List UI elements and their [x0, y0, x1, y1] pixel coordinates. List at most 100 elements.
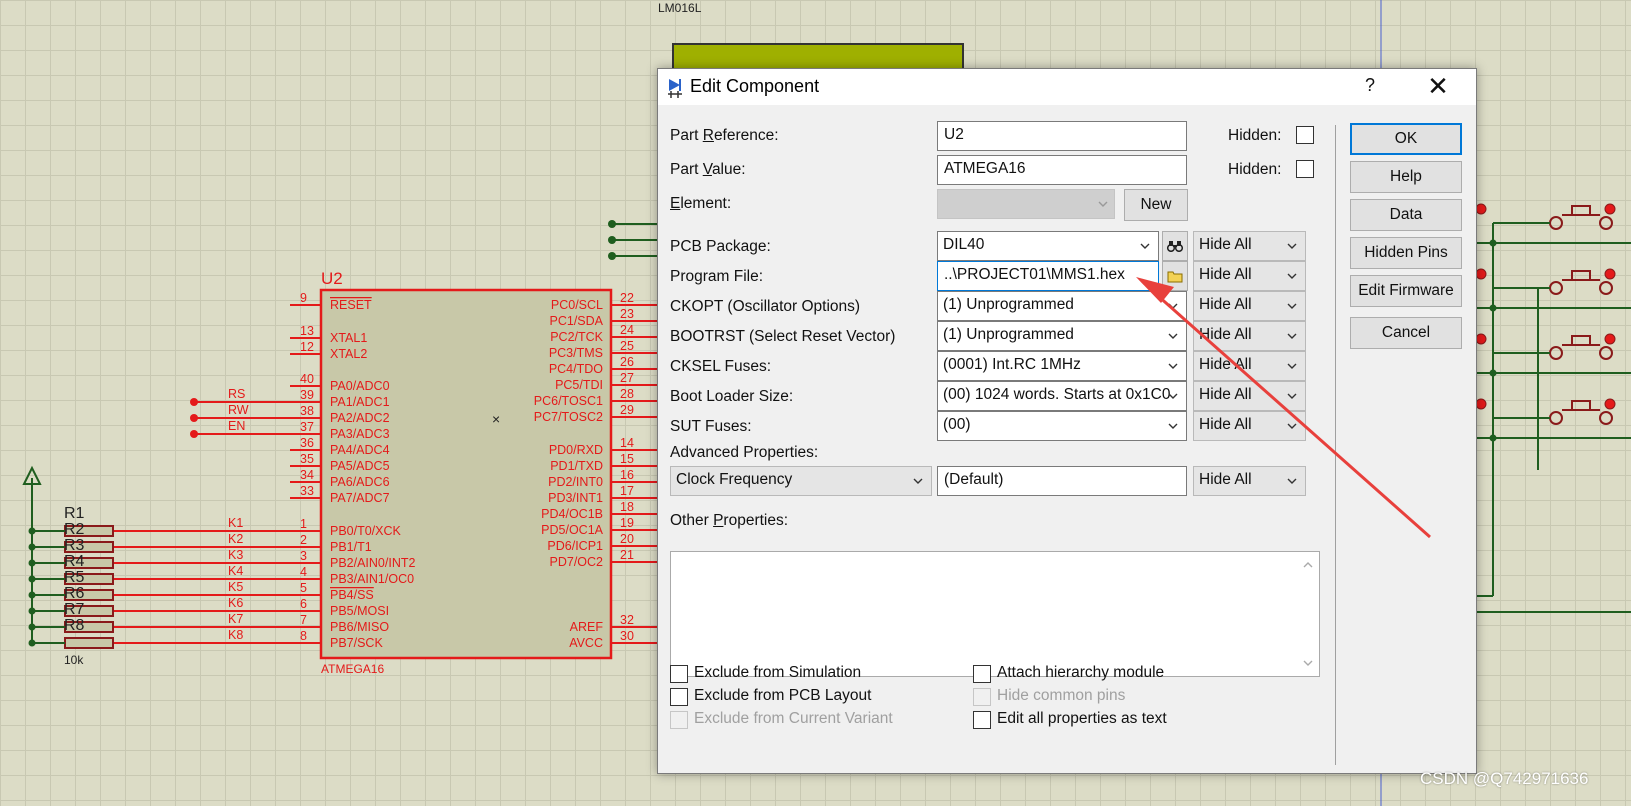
pin-number: 26	[620, 355, 634, 369]
property-visibility-select[interactable]: Hide All	[1193, 231, 1306, 261]
chip-value-label: ATMEGA16	[321, 662, 384, 676]
option-checkbox-label: Edit all properties as text	[997, 710, 1167, 727]
switch-terminal	[1599, 346, 1613, 360]
switch-terminal	[1475, 203, 1487, 215]
option-checkbox-label: Hide common pins	[997, 687, 1126, 704]
scroll-up-icon[interactable]	[1302, 560, 1314, 570]
resistor-label: R1	[64, 505, 85, 522]
pin-label: PB0/T0/XCK	[330, 524, 402, 538]
pin-label: RESET	[330, 298, 372, 312]
pin-label: PA7/ADC7	[330, 491, 390, 505]
chevron-down-icon	[1287, 243, 1297, 249]
net-label: EN	[228, 419, 245, 433]
switch-terminal	[1475, 333, 1487, 345]
ok-button[interactable]: OK	[1350, 123, 1462, 155]
edit-firmware-button[interactable]: Edit Firmware	[1350, 275, 1462, 307]
button-separator	[1335, 125, 1336, 765]
new-element-button[interactable]: New	[1124, 189, 1188, 221]
hidden-pins-button[interactable]: Hidden Pins	[1350, 237, 1462, 269]
part-value-hidden-checkbox[interactable]	[1296, 160, 1314, 178]
pin-label: PA3/ADC3	[330, 427, 390, 441]
switch-terminal	[1599, 411, 1613, 425]
cancel-button[interactable]: Cancel	[1350, 317, 1462, 349]
pin-number: 19	[620, 516, 634, 530]
pin-number: 30	[620, 629, 634, 643]
title-bar[interactable]: Edit Component ? ✕	[658, 69, 1476, 105]
element-select[interactable]	[937, 189, 1115, 219]
property-value-select[interactable]: (0001) Int.RC 1MHz	[937, 351, 1187, 381]
pin-label: AVCC	[569, 636, 603, 650]
property-label: SUT Fuses:	[670, 418, 752, 435]
pin-label: PD1/TXD	[550, 459, 603, 473]
part-reference-hidden-label: Hidden:	[1228, 127, 1282, 144]
pin-number: 5	[300, 581, 307, 595]
pin-label: PD2/INT0	[548, 475, 603, 489]
pin-number: 2	[300, 533, 307, 547]
package-search-button[interactable]	[1162, 231, 1188, 261]
property-visibility-select[interactable]: Hide All	[1193, 351, 1306, 381]
wire-dots-left	[608, 220, 616, 260]
part-reference-input[interactable]: U2	[937, 121, 1187, 151]
net-label: K1	[228, 516, 243, 530]
resistor-label: R7	[64, 601, 85, 618]
advanced-properties-label: Advanced Properties:	[670, 444, 819, 461]
part-value-input[interactable]: ATMEGA16	[937, 155, 1187, 185]
resistor-label: R3	[64, 537, 85, 554]
pin-label: XTAL1	[330, 331, 367, 345]
pin-number: 17	[620, 484, 634, 498]
other-properties-textarea[interactable]	[670, 551, 1320, 677]
pin-label: PD4/OC1B	[541, 507, 603, 521]
chevron-down-icon	[1287, 303, 1297, 309]
advanced-property-value-input[interactable]: (Default)	[937, 466, 1187, 496]
pin-number: 36	[300, 436, 314, 450]
pin-number: 7	[300, 613, 307, 627]
pin-number: 16	[620, 468, 634, 482]
property-visibility-select[interactable]: Hide All	[1193, 291, 1306, 321]
chevron-down-icon	[1287, 393, 1297, 399]
pin-number: 15	[620, 452, 634, 466]
help-icon[interactable]: ?	[1358, 75, 1382, 96]
switch-button	[1571, 270, 1591, 281]
close-icon[interactable]: ✕	[1420, 71, 1456, 101]
option-checkbox[interactable]	[670, 665, 688, 683]
browse-button[interactable]	[1162, 261, 1188, 291]
option-checkbox[interactable]	[973, 711, 991, 729]
switch-terminal	[1549, 281, 1563, 295]
data-button[interactable]: Data	[1350, 199, 1462, 231]
property-value-select[interactable]: DIL40	[937, 231, 1159, 261]
chevron-down-icon	[1168, 333, 1178, 339]
property-label: CKOPT (Oscillator Options)	[670, 298, 861, 315]
pin-label: PC3/TMS	[549, 346, 603, 360]
property-visibility-select[interactable]: Hide All	[1193, 261, 1306, 291]
pin-label: PC4/TDO	[549, 362, 603, 376]
property-visibility-select[interactable]: Hide All	[1193, 411, 1306, 441]
component-icon	[668, 79, 682, 98]
option-checkbox	[670, 711, 688, 729]
part-reference-hidden-checkbox[interactable]	[1296, 126, 1314, 144]
property-value-select[interactable]: (00) 1024 words. Starts at 0x1C0	[937, 381, 1187, 411]
advanced-property-visibility-select[interactable]: Hide All	[1193, 466, 1306, 496]
pin-label: PC7/TOSC2	[534, 410, 603, 424]
property-value-select[interactable]: (1) Unprogrammed	[937, 321, 1187, 351]
option-checkbox[interactable]	[973, 665, 991, 683]
scroll-down-icon[interactable]	[1302, 658, 1314, 668]
option-checkbox[interactable]	[670, 688, 688, 706]
chevron-down-icon	[1168, 393, 1178, 399]
property-visibility-select[interactable]: Hide All	[1193, 381, 1306, 411]
net-labels-left: RS RW EN K1 K2 K3 K4 K5 K6 K7 K8	[110, 387, 290, 644]
chevron-down-icon	[1168, 363, 1178, 369]
property-value-select[interactable]: (00)	[937, 411, 1187, 441]
net-label: K2	[228, 532, 243, 546]
switch-terminal	[1604, 203, 1616, 215]
chevron-down-icon	[1140, 243, 1150, 249]
net-dot	[190, 430, 198, 438]
help-button[interactable]: Help	[1350, 161, 1462, 193]
program-file-input[interactable]: ..\PROJECT01\MMS1.hex	[937, 261, 1159, 291]
ground-symbol	[22, 465, 42, 640]
pin-number: 40	[300, 372, 314, 386]
advanced-property-select[interactable]: Clock Frequency	[670, 466, 932, 496]
chip-center-mark: ×	[492, 411, 500, 427]
property-visibility-select[interactable]: Hide All	[1193, 321, 1306, 351]
pin-number: 25	[620, 339, 634, 353]
property-value-select[interactable]: (1) Unprogrammed	[937, 291, 1187, 321]
